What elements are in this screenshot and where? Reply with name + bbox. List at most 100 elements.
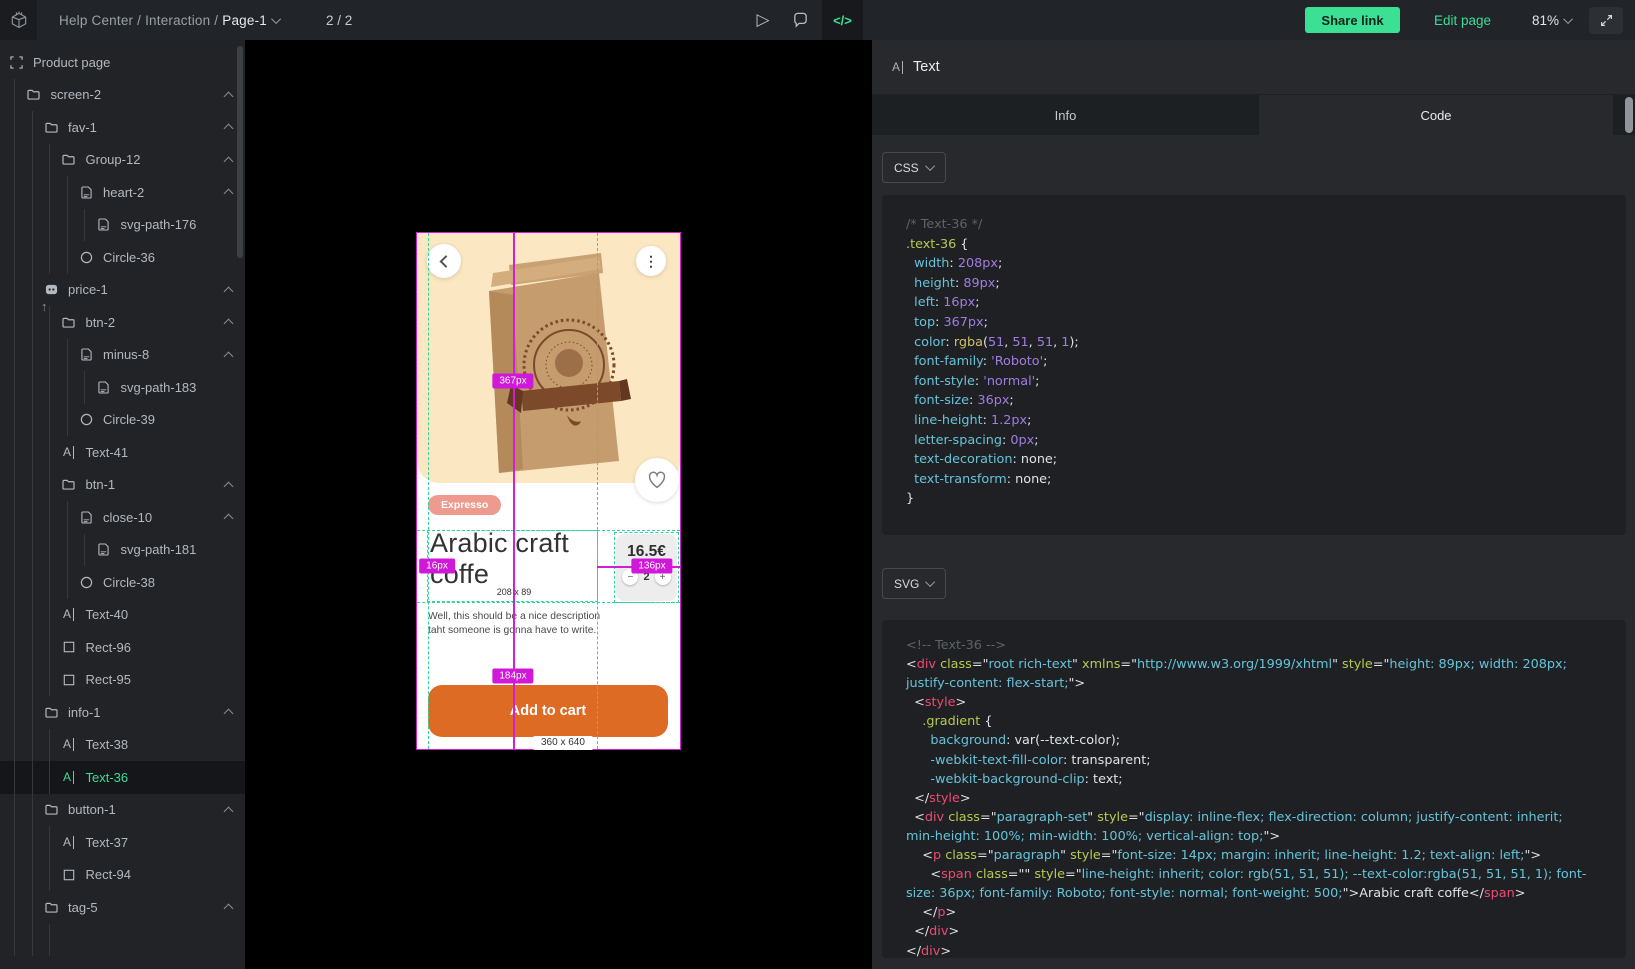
layer-row-svg-path-183[interactable]: svg-path-183 [0,371,245,404]
comments-button[interactable] [784,0,816,40]
design-canvas[interactable]: ⋮ Expresso Arabic craft coffe 208 x 89 1… [245,40,872,969]
play-button[interactable]: ▷ [748,0,778,40]
layer-row-heart-2[interactable]: heart-2 [0,176,245,209]
code-line: text-transform: none; [906,470,1626,490]
layer-label: info-1 [68,705,101,720]
edit-page-link[interactable]: Edit page [1434,0,1491,40]
code-line: top: 367px; [906,313,1626,333]
measurement-badge: 184px [492,669,533,684]
layer-label: btn-2 [86,315,116,330]
collapse-caret-icon[interactable] [224,481,234,491]
measurement-badge: 136px [631,559,672,574]
layer-label: Group-12 [86,152,141,167]
svg-code-block: <!-- Text-36 --><div class="root rich-te… [882,620,1626,958]
collapse-caret-icon[interactable] [224,904,234,914]
layer-row-svg-path-176[interactable]: svg-path-176 [0,209,245,242]
breadcrumb-page-name[interactable]: Page-1 [222,13,267,28]
collapse-caret-icon[interactable] [224,189,234,199]
layer-label: svg-path-176 [121,217,197,232]
layer-row-Text-40[interactable]: AText-40 [0,599,245,632]
folder-icon [26,87,42,103]
layer-row-Text-38[interactable]: AText-38 [0,729,245,762]
layer-label: fav-1 [68,120,97,135]
layer-row-btn-1[interactable]: btn-1 [0,469,245,502]
chat-bubble-icon [792,12,809,29]
layer-row-button-1[interactable]: button-1 [0,794,245,827]
back-button[interactable] [427,244,461,278]
collapse-caret-icon[interactable] [224,156,234,166]
file-icon [96,379,112,395]
rect-icon [61,639,77,655]
zoom-level-value: 81% [1532,13,1559,28]
layer-label: svg-path-183 [121,380,197,395]
more-options-button[interactable]: ⋮ [636,246,666,276]
layer-label: button-1 [68,802,116,817]
layer-row-minus-8[interactable]: minus-8 [0,339,245,372]
collapse-caret-icon[interactable] [224,286,234,296]
layer-row-Circle-39[interactable]: Circle-39 [0,404,245,437]
product-title[interactable]: Arabic craft coffe [430,528,598,590]
layer-row-price-1[interactable]: price-1 [0,274,245,307]
layer-row-Group-12[interactable]: Group-12 [0,144,245,177]
rect-icon [61,672,77,688]
code-line: font-size: 36px; [906,391,1626,411]
interaction-arrow-icon: ↑ [41,299,48,314]
layer-row-empty [0,924,245,957]
rect-icon [61,867,77,883]
layer-row-svg-path-181[interactable]: svg-path-181 [0,534,245,567]
phone-screen-frame[interactable]: ⋮ Expresso Arabic craft coffe 208 x 89 1… [417,233,680,749]
layer-row-info-1[interactable]: info-1 [0,696,245,729]
layer-row-btn-2[interactable]: ↑btn-2 [0,306,245,339]
css-format-select[interactable]: CSS [882,152,946,183]
coffee-bag-image[interactable] [449,243,649,478]
tab-code[interactable]: Code [1259,95,1613,135]
collapse-caret-icon[interactable] [224,91,234,101]
folder-icon [61,152,77,168]
layer-row-Circle-36[interactable]: Circle-36 [0,241,245,274]
fullscreen-button[interactable] [1589,7,1623,34]
add-to-cart-button[interactable]: Add to cart [428,685,668,737]
collapse-caret-icon[interactable] [224,319,234,329]
breadcrumb[interactable]: Help Center / Interaction / Page-1 [59,0,281,40]
layer-row-screen-2[interactable]: screen-2 [0,79,245,112]
favorite-button[interactable] [635,458,679,502]
share-link-button[interactable]: Share link [1305,7,1400,33]
layer-row-Rect-95[interactable]: Rect-95 [0,664,245,697]
svg-format-select[interactable]: SVG [882,568,946,599]
chevron-down-icon[interactable] [271,14,281,24]
sidebar-scrollbar[interactable] [237,46,243,258]
layer-row-fav-1[interactable]: fav-1 [0,111,245,144]
layer-row-Circle-38[interactable]: Circle-38 [0,566,245,599]
layer-row-Text-41[interactable]: AText-41 [0,436,245,469]
layer-label: Text-36 [86,770,129,785]
kebab-menu-icon: ⋮ [644,253,658,270]
layer-row-Text-37[interactable]: AText-37 [0,826,245,859]
product-tag-badge[interactable]: Expresso [428,495,501,515]
code-view-button[interactable]: </> [822,0,863,40]
tab-info[interactable]: Info [872,95,1259,135]
app-logo[interactable] [0,0,37,40]
layer-row-tag-5[interactable]: tag-5 [0,891,245,924]
layer-row-Product page[interactable]: Product page [0,46,245,79]
code-line: <div class="root rich-text" xmlns="http:… [906,655,1626,674]
layer-row-Text-36[interactable]: AText-36 [0,761,245,794]
file-icon [78,184,94,200]
collapse-caret-icon[interactable] [224,709,234,719]
layer-label: Rect-96 [86,640,132,655]
product-description[interactable]: Well, this should be a nice description … [428,610,614,637]
layer-row-close-10[interactable]: close-10 [0,501,245,534]
collapse-caret-icon[interactable] [224,806,234,816]
collapse-caret-icon[interactable] [224,351,234,361]
layer-row-Rect-96[interactable]: Rect-96 [0,631,245,664]
layer-row-Rect-94[interactable]: Rect-94 [0,859,245,892]
panel-scrollbar[interactable] [1625,97,1633,133]
code-line: letter-spacing: 0px; [906,431,1626,451]
zoom-level-control[interactable]: 81% [1532,0,1573,40]
folder-icon [43,899,59,915]
heart-icon [647,471,667,489]
inspector-title: Text [913,59,940,75]
layer-label: Rect-94 [86,867,132,882]
collapse-caret-icon[interactable] [224,124,234,134]
folder-icon [43,119,59,135]
collapse-caret-icon[interactable] [224,514,234,524]
